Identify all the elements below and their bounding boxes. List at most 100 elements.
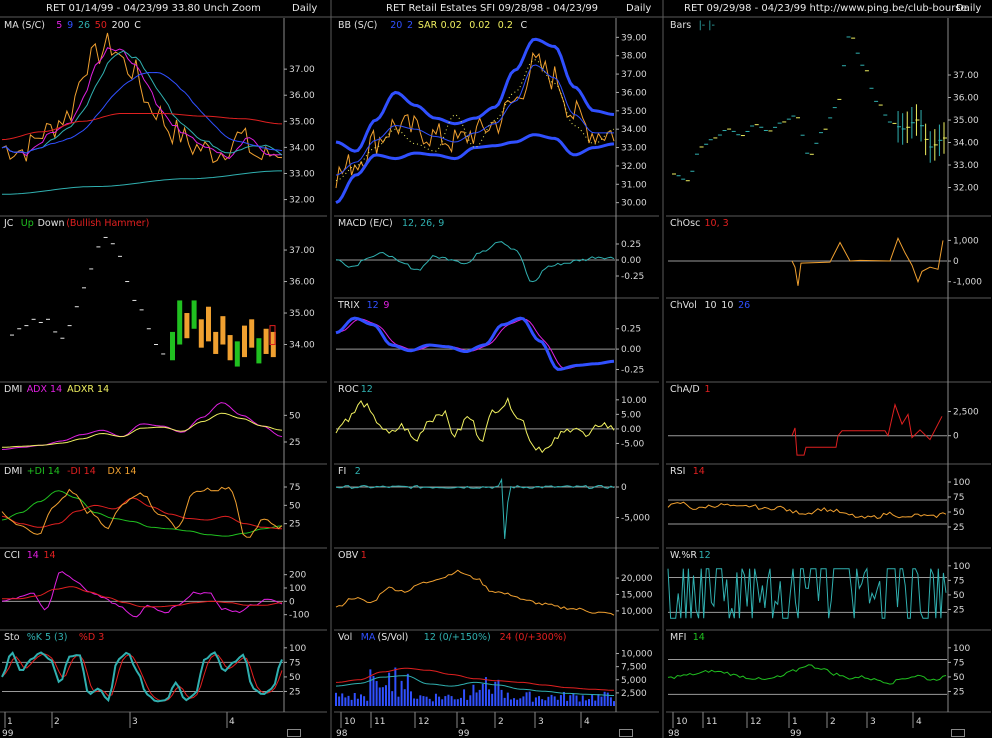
trix-tick-label: 0.25 bbox=[621, 325, 641, 335]
dmi-di-title-0: DMI bbox=[4, 466, 22, 477]
dmi-di-tick-label: 75 bbox=[289, 483, 300, 493]
wr-tick-label: 100 bbox=[953, 562, 970, 572]
jc-candle bbox=[184, 313, 190, 339]
chad-tick-label: 0 bbox=[953, 432, 959, 442]
bb-tick-label: 39.00 bbox=[621, 33, 647, 43]
vol-title-4: 24 (0/+300%) bbox=[500, 632, 567, 643]
obv-title-0: OBV bbox=[338, 550, 359, 561]
mfi-title-0: MFI bbox=[670, 632, 686, 643]
bars-tick-label: 34.00 bbox=[953, 139, 979, 149]
vol-xtick-label: 12 bbox=[418, 717, 429, 727]
bb-title-1: 20 bbox=[390, 20, 402, 31]
ma-title-6: C bbox=[134, 20, 141, 31]
rsi-title-0: RSI bbox=[670, 466, 685, 477]
ma-tick-label: 32.00 bbox=[289, 196, 315, 206]
jc-candle bbox=[256, 338, 262, 364]
cci-tick-label: 0 bbox=[289, 597, 295, 607]
ma-title-3: 26 bbox=[78, 20, 90, 31]
fi-title-0: FI bbox=[338, 466, 346, 477]
jc-title-3: (Bullish Hammer) bbox=[66, 218, 149, 229]
fi-tick-label: -5,000 bbox=[621, 514, 650, 524]
vol-xtick-label: 1 bbox=[460, 717, 466, 727]
jc-title-0: JC bbox=[3, 218, 14, 229]
dmi-di-title-3: DX 14 bbox=[108, 466, 137, 477]
cci-title-2: 14 bbox=[44, 550, 56, 561]
jc-tick-label: 34.00 bbox=[289, 341, 315, 351]
roc-tick-label: 0.00 bbox=[621, 425, 641, 435]
jc-candle bbox=[213, 331, 219, 354]
wr-tick-label: 50 bbox=[953, 591, 965, 601]
rsi-tick-label: 100 bbox=[953, 478, 970, 488]
bb-title-0: BB (S/C) bbox=[338, 20, 377, 31]
mfi-xtick-label: 2 bbox=[830, 717, 836, 727]
sto-xtick-label: 2 bbox=[54, 717, 60, 727]
wr-line bbox=[667, 567, 947, 619]
header-col3: RET 09/29/98 - 04/23/99 http://www.ping.… bbox=[684, 3, 967, 14]
jc-candle bbox=[234, 341, 240, 367]
vol-xtick-label: 4 bbox=[584, 717, 590, 727]
chvol-title-1: 10 bbox=[705, 300, 717, 311]
vol-tick-label: 7,500 bbox=[621, 663, 647, 673]
scroll-handle-col3[interactable] bbox=[951, 729, 965, 737]
mfi-xtick-label: 10 bbox=[676, 717, 688, 727]
vol-xtick-label: 2 bbox=[498, 717, 504, 727]
cci-tick-label: 200 bbox=[289, 571, 306, 581]
fi-title-1: 2 bbox=[355, 466, 361, 477]
ma50-line bbox=[1, 113, 283, 141]
scroll-handle-col1[interactable] bbox=[287, 729, 301, 737]
chvol-title-3: 26 bbox=[738, 300, 750, 311]
jc-candle bbox=[177, 300, 183, 345]
mfi-xtick-label: 1 bbox=[792, 717, 798, 727]
adx-line bbox=[1, 402, 283, 450]
bb-title-4: 0.02 bbox=[441, 20, 462, 31]
dmi-adx-title-0: DMI bbox=[4, 384, 22, 395]
vol-title-2: (S/Vol) bbox=[378, 632, 409, 643]
dmi-di-tick-label: 50 bbox=[289, 501, 301, 511]
jc-candle bbox=[242, 325, 247, 358]
sto-title-2: %D 3 bbox=[79, 632, 104, 643]
scroll-handle-col2[interactable] bbox=[619, 729, 633, 737]
bb-lower-band bbox=[335, 133, 615, 205]
sto-title-1: %K 5 (3) bbox=[27, 632, 68, 643]
roc-tick-label: -5.00 bbox=[621, 439, 645, 449]
interval-col2[interactable]: Daily bbox=[626, 3, 651, 14]
ma-title-1: 5 bbox=[56, 20, 62, 31]
jc-candle bbox=[170, 331, 175, 361]
jc-candle bbox=[220, 316, 226, 345]
cci-tick-label: 100 bbox=[289, 584, 306, 594]
sto-d-line bbox=[1, 653, 283, 702]
ma-tick-label: 36.00 bbox=[289, 91, 315, 101]
ma200-line bbox=[2, 170, 282, 195]
chad-tick-label: 2,500 bbox=[953, 407, 979, 417]
dmi-di-tick-label: 25 bbox=[289, 520, 300, 530]
jc-candle bbox=[206, 306, 211, 342]
trix-tick-label: 0.00 bbox=[621, 345, 641, 355]
cci-line bbox=[1, 571, 283, 618]
bars-tick-label: 35.00 bbox=[953, 116, 979, 126]
bb-tick-label: 33.00 bbox=[621, 144, 647, 154]
rsi-tick-label: 50 bbox=[953, 508, 965, 518]
wr-tick-label: 75 bbox=[953, 576, 964, 586]
bb-tick-label: 37.00 bbox=[621, 70, 647, 80]
bb-title-5: 0.02 bbox=[469, 20, 490, 31]
rsi-tick-label: 25 bbox=[953, 523, 964, 533]
mfi-tick-label: 50 bbox=[953, 673, 965, 683]
wr-tick-label: 25 bbox=[953, 605, 964, 615]
bb-tick-label: 30.00 bbox=[621, 199, 647, 209]
roc-tick-label: 5.00 bbox=[621, 410, 641, 420]
chvol-title-0: ChVol bbox=[670, 300, 697, 311]
mfi-tick-label: 25 bbox=[953, 687, 964, 697]
vol-ma24-line bbox=[335, 667, 615, 691]
mfi-xtick-label: 11 bbox=[706, 717, 717, 727]
dmi-di-title-2: -DI 14 bbox=[67, 466, 96, 477]
bars-tick-label: 37.00 bbox=[953, 71, 979, 81]
trix-title-2: 9 bbox=[383, 300, 389, 311]
bb-title-7: C bbox=[521, 20, 528, 31]
bb-tick-label: 36.00 bbox=[621, 88, 647, 98]
interval-col3[interactable]: Daily bbox=[956, 3, 981, 14]
ma-title-2: 9 bbox=[67, 20, 73, 31]
dmi-adx-title-1: ADX 14 bbox=[27, 384, 62, 395]
obv-tick-label: 10,000 bbox=[621, 607, 653, 617]
chad-title-0: ChA/D bbox=[670, 384, 700, 395]
interval-col1[interactable]: Daily bbox=[292, 3, 317, 14]
